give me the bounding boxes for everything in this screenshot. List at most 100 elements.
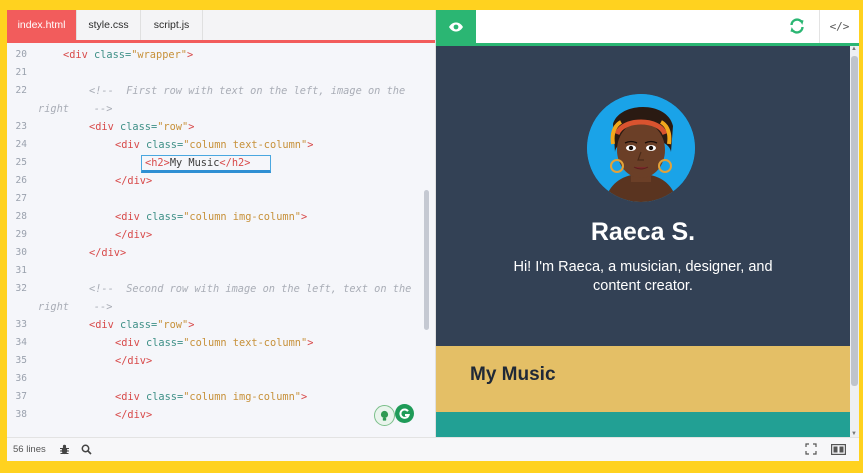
bug-icon[interactable] xyxy=(57,442,71,456)
code-token: class= xyxy=(146,139,184,151)
line-number: 23 xyxy=(15,121,27,132)
code-line[interactable]: 21 xyxy=(7,64,425,82)
code-token: class= xyxy=(146,337,184,349)
code-token: class= xyxy=(146,211,184,223)
next-section-strip xyxy=(436,412,850,437)
code-line[interactable]: 30 </div> xyxy=(7,244,425,262)
code-token: </div> xyxy=(115,409,153,421)
line-count: 56 lines xyxy=(13,444,46,455)
code-line[interactable]: 26 </div> xyxy=(7,172,425,190)
code-token: </h2> xyxy=(219,157,251,169)
code-line[interactable]: 32 <!-- Second row with image on the left… xyxy=(7,280,425,298)
code-token: "column text-column" xyxy=(183,139,308,151)
code-token: </div> xyxy=(89,247,127,259)
code-text: <div class="wrapper"> xyxy=(63,46,193,64)
hero-section: Raeca S. Hi! I'm Raeca, a musician, desi… xyxy=(436,46,850,346)
line-number: 24 xyxy=(15,139,27,150)
selected-code-box[interactable]: <h2>My Music</h2> xyxy=(141,155,272,173)
code-token: <div xyxy=(89,121,120,133)
code-token: <div xyxy=(115,211,146,223)
code-token: class= xyxy=(120,319,158,331)
status-bar: 56 lines xyxy=(7,437,859,461)
preview-scrollbar-thumb[interactable] xyxy=(851,56,858,386)
preview-toolbar: </> xyxy=(436,10,859,46)
preview-scrollbar[interactable]: ▲ ▼ xyxy=(850,46,859,437)
code-text: </div> xyxy=(115,352,152,370)
code-icon[interactable]: </> xyxy=(819,10,859,43)
code-text: <div class="column text-column"> xyxy=(115,334,313,352)
code-token: > xyxy=(301,211,308,223)
code-text: </div> xyxy=(115,406,152,424)
fullscreen-icon[interactable] xyxy=(804,442,818,456)
code-line[interactable]: right --> xyxy=(7,298,425,316)
code-line[interactable]: right --> xyxy=(7,100,425,118)
code-token: <div xyxy=(63,49,94,61)
code-text: <!-- Second row with image on the left, … xyxy=(89,280,411,298)
code-text: <div class="column text-column"> xyxy=(115,136,313,154)
code-text: right --> xyxy=(38,100,112,118)
code-text: <div class="column img-column"> xyxy=(115,388,307,406)
code-line[interactable]: 31 xyxy=(7,262,425,280)
code-token: right --> xyxy=(38,301,113,313)
editor-pane: index.html style.css script.js 20 <div cl… xyxy=(7,10,436,437)
line-number: 31 xyxy=(15,265,27,276)
code-line[interactable]: 29 </div> xyxy=(7,226,425,244)
line-number: 32 xyxy=(15,283,27,294)
code-area[interactable]: 20 <div class="wrapper"> 21 22 <!-- First ro… xyxy=(7,46,425,437)
code-token: My Music xyxy=(169,157,220,169)
code-line[interactable]: 34 <div class="column text-column"> xyxy=(7,334,425,352)
code-line[interactable]: 27 xyxy=(7,190,425,208)
line-number: 21 xyxy=(15,67,27,78)
line-number: 38 xyxy=(15,409,27,420)
code-line[interactable]: 28 <div class="column img-column"> xyxy=(7,208,425,226)
preview-pane: </> Raeca S. Hi! I'm Raeca, a musician, … xyxy=(436,10,859,437)
code-line[interactable]: 20 <div class="wrapper"> xyxy=(7,46,425,64)
line-number: 36 xyxy=(15,373,27,384)
eye-icon[interactable] xyxy=(436,10,476,43)
refresh-icon[interactable] xyxy=(786,15,808,37)
code-token: <!-- First row with text on the left, im… xyxy=(89,85,406,97)
code-editor-window: index.html style.css script.js 20 <div cl… xyxy=(7,10,859,461)
code-text: </div> xyxy=(115,226,152,244)
code-token: </div> xyxy=(115,355,153,367)
code-line[interactable]: 36 xyxy=(7,370,425,388)
code-line[interactable]: 25 <h2>My Music</h2> xyxy=(7,154,425,173)
code-line[interactable]: 23 <div class="row"> xyxy=(7,118,425,136)
code-line[interactable]: 22 <!-- First row with text on the left, … xyxy=(7,82,425,100)
code-line[interactable]: 24 <div class="column text-column"> xyxy=(7,136,425,154)
code-token: "row" xyxy=(157,121,189,133)
code-token: <div xyxy=(115,139,146,151)
editor-scrollbar[interactable] xyxy=(424,190,429,330)
tab-style-css[interactable]: style.css xyxy=(77,10,141,40)
code-line[interactable]: 35 </div> xyxy=(7,352,425,370)
code-token: <!-- Second row with image on the left, … xyxy=(89,283,412,295)
code-text: <div class="row"> xyxy=(89,316,194,334)
code-text: <h2>My Music</h2> xyxy=(141,154,272,173)
tab-script-js[interactable]: script.js xyxy=(141,10,203,40)
code-text: </div> xyxy=(115,172,152,190)
layout-icon[interactable] xyxy=(830,442,846,456)
code-line[interactable]: 37 <div class="column img-column"> xyxy=(7,388,425,406)
code-token: "column text-column" xyxy=(183,337,308,349)
lightbulb-icon[interactable] xyxy=(374,405,395,426)
code-token: > xyxy=(307,139,314,151)
code-line[interactable]: 38 </div> xyxy=(7,406,425,424)
code-token: "column img-column" xyxy=(183,211,301,223)
code-line[interactable]: 33 <div class="row"> xyxy=(7,316,425,334)
code-text: </div> xyxy=(89,244,126,262)
tab-index-html[interactable]: index.html xyxy=(7,10,77,40)
my-music-section: My Music xyxy=(436,346,850,412)
search-icon[interactable] xyxy=(79,442,93,456)
line-number: 27 xyxy=(15,193,27,204)
scroll-up-arrow-icon[interactable]: ▲ xyxy=(851,46,857,52)
code-token: <div xyxy=(115,391,146,403)
line-number: 29 xyxy=(15,229,27,240)
file-tabs: index.html style.css script.js xyxy=(7,10,435,43)
code-token: </div> xyxy=(115,229,153,241)
line-number: 22 xyxy=(15,85,27,96)
code-token: <div xyxy=(115,337,146,349)
grammarly-icon[interactable] xyxy=(395,404,414,423)
line-number: 25 xyxy=(15,157,27,168)
section-heading: My Music xyxy=(470,364,556,385)
code-token: "wrapper" xyxy=(131,49,187,61)
